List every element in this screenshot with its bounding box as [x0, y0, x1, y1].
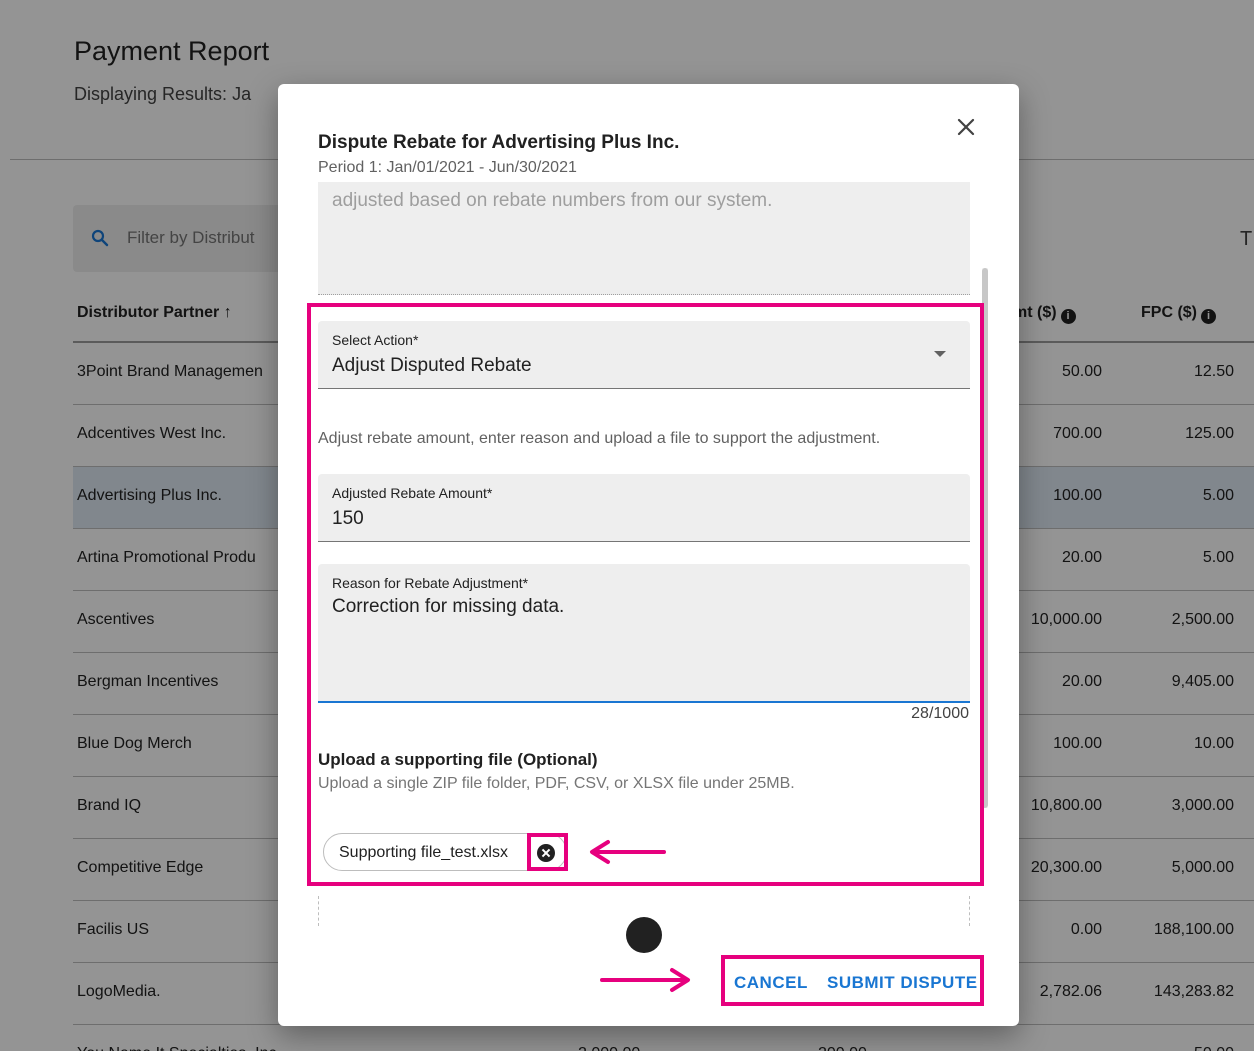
dialog-period: Period 1: Jan/01/2021 - Jun/30/2021 [318, 159, 577, 176]
dialog-title: Dispute Rebate for Advertising Plus Inc. [318, 132, 680, 153]
annotation-arrow-left-icon [590, 840, 666, 864]
previous-reason-field: adjusted based on rebate numbers from ou… [318, 182, 970, 295]
upload-icon [626, 917, 662, 953]
annotation-highlight-form [307, 303, 984, 886]
annotation-arrow-right-icon [600, 968, 690, 992]
annotation-highlight-remove [527, 833, 568, 871]
close-icon[interactable] [950, 111, 982, 143]
previous-reason-text: adjusted based on rebate numbers from ou… [332, 190, 773, 211]
annotation-highlight-actions [721, 955, 984, 1006]
